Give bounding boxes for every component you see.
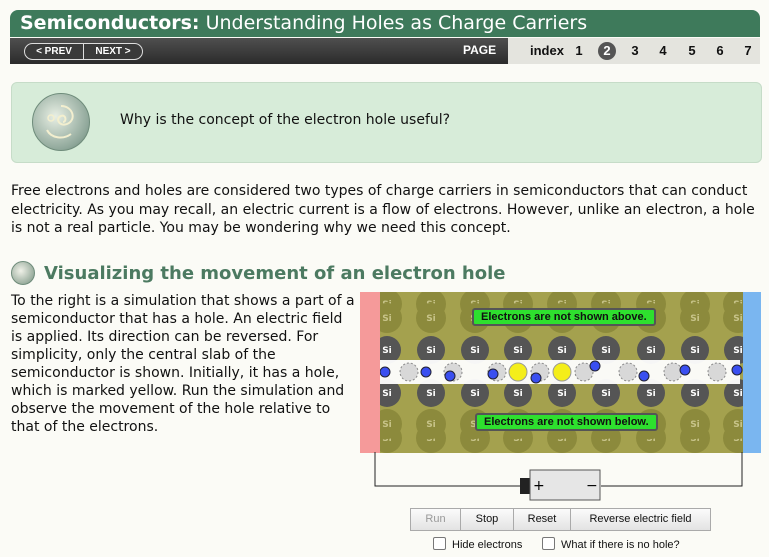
atom-label: Si [690, 346, 700, 356]
no-hole-label: What if there is no hole? [561, 539, 680, 551]
section-body: To the right is a simulation that shows … [11, 293, 355, 435]
atom-label: Si [557, 346, 567, 356]
page-link-6[interactable]: 6 [711, 42, 729, 60]
negative-plate [743, 292, 761, 453]
atom-label: Si [690, 389, 700, 399]
page-label: PAGE [463, 43, 497, 57]
electron [589, 360, 601, 372]
simulation-panel[interactable]: Si Si Si Si Si Si Si Si Si Si Si Si Si Si Si Si Si Si Si Si… [360, 289, 761, 453]
atom-label: Si [470, 389, 480, 399]
battery-plus: + [533, 478, 545, 494]
no-hole-box[interactable] [542, 537, 555, 550]
electron [679, 364, 691, 376]
prev-button[interactable]: < PREV [24, 43, 84, 60]
page-index: index 1 2 3 4 5 6 7 [508, 38, 760, 64]
bond-site [707, 362, 727, 382]
index-link[interactable]: index [530, 43, 564, 58]
navigation-bar: < PREV NEXT > PAGE index 1 2 3 4 5 6 7 [10, 38, 760, 64]
atom-label: Si [690, 420, 700, 430]
note-electrons-above: Electrons are not shown above. [472, 308, 656, 326]
atom-label: Si [382, 420, 392, 430]
atom-label: Si [733, 346, 743, 356]
title-bold: Semiconductors: [20, 12, 200, 34]
electron [530, 372, 542, 384]
atom-label: Si [733, 420, 743, 430]
positive-plate [360, 292, 380, 453]
swirl-icon [32, 93, 90, 151]
battery-terminal [520, 478, 530, 494]
question-text: Why is the concept of the electron hole … [120, 112, 451, 128]
hide-electrons-checkbox[interactable]: Hide electrons [433, 537, 522, 551]
atom-label: Si [601, 389, 611, 399]
title-bar: Semiconductors: Understanding Holes as C… [10, 10, 760, 37]
bond-site [663, 362, 683, 382]
page-title: Semiconductors: Understanding Holes as C… [20, 12, 587, 34]
note-electrons-below: Electrons are not shown below. [475, 413, 658, 431]
circuit-wire-left [374, 452, 520, 487]
title-rest: Understanding Holes as Charge Carriers [205, 12, 588, 34]
question-box: Why is the concept of the electron hole … [11, 82, 762, 163]
section-title: Visualizing the movement of an electron … [44, 263, 506, 284]
page-link-5[interactable]: 5 [683, 42, 701, 60]
atom-label: Si [426, 389, 436, 399]
next-button[interactable]: NEXT > [83, 43, 143, 60]
atom-label: Si [426, 420, 436, 430]
electron-hole [508, 362, 528, 382]
page-link-2-current[interactable]: 2 [598, 42, 616, 60]
bond-site [618, 362, 638, 382]
atom-label: Si [513, 389, 523, 399]
atom-label: Si [557, 389, 567, 399]
atom-label: Si [470, 346, 480, 356]
intro-paragraph: Free electrons and holes are considered … [11, 183, 755, 236]
electron [444, 370, 456, 382]
atom-label: Si [646, 346, 656, 356]
electron [420, 366, 432, 378]
section-swirl-icon [11, 261, 35, 285]
electron [731, 364, 743, 376]
atom-label: Si [382, 346, 392, 356]
atom-label: Si [601, 346, 611, 356]
hide-electrons-box[interactable] [433, 537, 446, 550]
atom-label: Si [426, 314, 436, 324]
battery-minus: − [586, 478, 598, 494]
atom-label: Si [426, 346, 436, 356]
atom-label: Si [646, 389, 656, 399]
circuit-wire-right [601, 452, 743, 487]
atom-label: Si [733, 314, 743, 324]
atom-label: Si [733, 389, 743, 399]
atom-label: Si [690, 314, 700, 324]
bond-site [399, 362, 419, 382]
page-link-3[interactable]: 3 [626, 42, 644, 60]
page-link-1[interactable]: 1 [570, 42, 588, 60]
run-button[interactable]: Run [410, 508, 461, 531]
electron [379, 366, 391, 378]
atom-label: Si [382, 389, 392, 399]
circuit-diagram: + − [374, 452, 743, 501]
reverse-field-button[interactable]: Reverse electric field [570, 508, 711, 531]
no-hole-checkbox[interactable]: What if there is no hole? [542, 537, 680, 551]
page-link-7[interactable]: 7 [739, 42, 757, 60]
page-link-4[interactable]: 4 [654, 42, 672, 60]
electron-hole [552, 362, 572, 382]
atom-label: Si [513, 346, 523, 356]
stop-button[interactable]: Stop [460, 508, 514, 531]
electron [638, 370, 650, 382]
electron [487, 368, 499, 380]
reset-button[interactable]: Reset [513, 508, 571, 531]
atom-label: Si [382, 314, 392, 324]
hide-electrons-label: Hide electrons [452, 539, 523, 551]
